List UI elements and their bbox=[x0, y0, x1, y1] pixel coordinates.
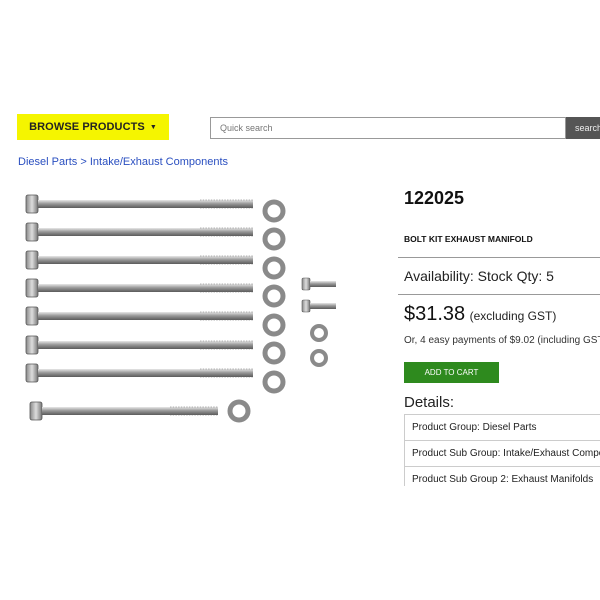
long-bolts bbox=[25, 194, 253, 421]
divider bbox=[398, 257, 600, 258]
search-input[interactable] bbox=[210, 117, 566, 139]
caret-down-icon: ▼ bbox=[149, 123, 157, 131]
browse-products-label: BROWSE PRODUCTS bbox=[29, 121, 145, 133]
divider bbox=[398, 294, 600, 295]
details-row-sub-group: Product Sub Group: Intake/Exhaust Compon… bbox=[405, 441, 600, 467]
availability-text: Availability: Stock Qty: 5 bbox=[404, 268, 554, 284]
breadcrumb-separator: > bbox=[80, 156, 87, 168]
price-row: $31.38 (excluding GST) bbox=[404, 303, 556, 326]
details-heading: Details: bbox=[404, 394, 455, 411]
product-name: BOLT KIT EXHAUST MANIFOLD bbox=[404, 234, 533, 244]
breadcrumb: Diesel Parts > Intake/Exhaust Components bbox=[18, 156, 228, 168]
details-row-sub-group-2: Product Sub Group 2: Exhaust Manifolds bbox=[405, 467, 600, 486]
payment-plan-text: Or, 4 easy payments of $9.02 (including … bbox=[404, 335, 600, 346]
breadcrumb-intake-exhaust[interactable]: Intake/Exhaust Components bbox=[90, 156, 228, 168]
price: $31.38 bbox=[404, 303, 466, 325]
short-bolts bbox=[301, 277, 336, 313]
product-image bbox=[25, 194, 336, 423]
details-row-product-group: Product Group: Diesel Parts bbox=[405, 415, 600, 441]
product-code: 122025 bbox=[404, 188, 465, 208]
search-bar: search bbox=[210, 117, 600, 139]
breadcrumb-diesel-parts[interactable]: Diesel Parts bbox=[18, 156, 77, 168]
browse-products-button[interactable]: BROWSE PRODUCTS ▼ bbox=[17, 114, 169, 140]
add-to-cart-button[interactable]: ADD TO CART bbox=[404, 362, 499, 383]
search-button[interactable]: search bbox=[566, 117, 600, 139]
price-note: (excluding GST) bbox=[469, 309, 557, 323]
details-table: Product Group: Diesel Parts Product Sub … bbox=[404, 414, 600, 486]
